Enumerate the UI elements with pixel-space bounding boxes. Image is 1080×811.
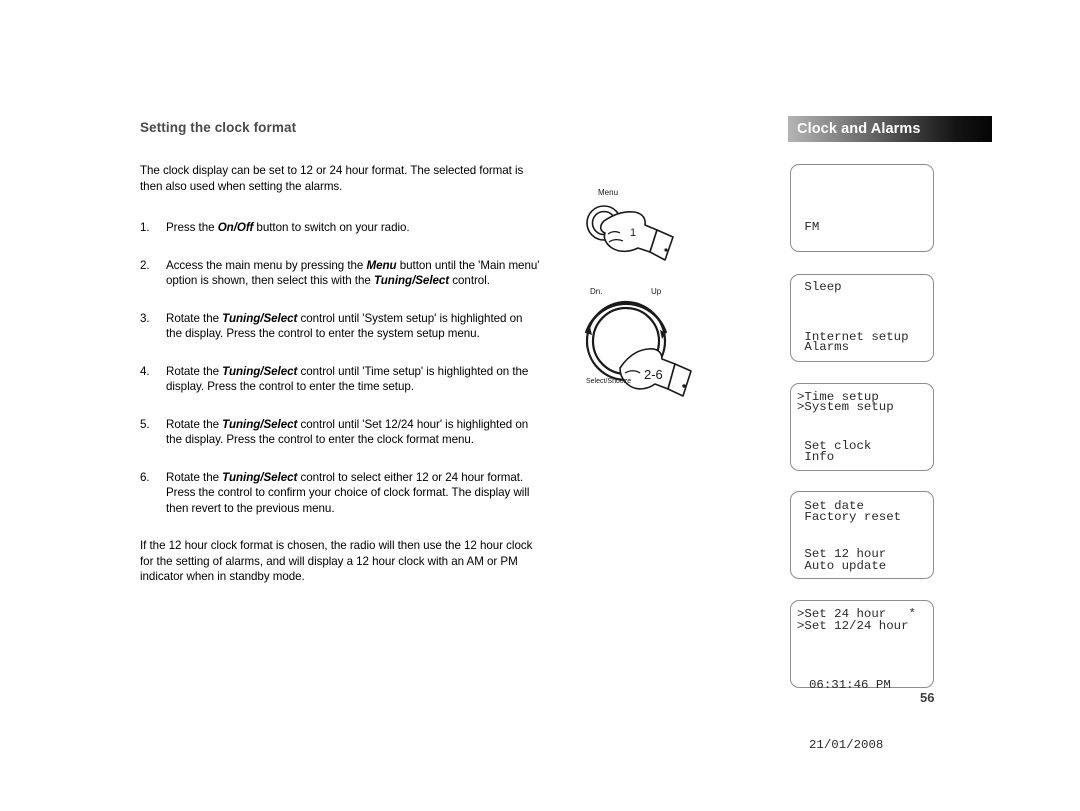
lcd-line-selected: >Set 24 hour * (797, 607, 916, 621)
rotary-knob-illustration: Dn. Up Select/Snooze 2-6 (572, 285, 707, 412)
rotary-knob-hand-icon (584, 300, 692, 397)
menu-button-illustration: Menu 1 (578, 188, 688, 285)
closing-paragraph: If the 12 hour clock format is chosen, t… (140, 539, 533, 583)
lcd-line-date: 21/01/2008 (809, 738, 884, 752)
step-text: Rotate the Tuning/Select control until '… (166, 311, 523, 341)
list-item: 3. Rotate the Tuning/Select control unti… (140, 311, 540, 342)
step-number: 4. (140, 364, 150, 378)
instruction-steps: 1. Press the On/Off button to switch on … (140, 220, 540, 516)
page-title: Setting the clock format (140, 120, 297, 135)
lcd-screen-main-menu: FM Sleep Alarms >System setup (790, 164, 934, 414)
step-text: Rotate the Tuning/Select control until '… (166, 364, 529, 394)
step-number: 2. (140, 258, 150, 272)
illustration-group: Menu 1 Dn. Up Select/Snooze 2-6 (560, 188, 720, 420)
step-number: 6. (140, 470, 150, 484)
lcd-line: Set clock (797, 439, 872, 453)
step-text: Access the main menu by pressing the Men… (166, 258, 540, 288)
lcd-line: FM (797, 220, 820, 234)
sidebar: Clock and Alarms FM Sleep Alarms >System… (788, 116, 992, 752)
step-number: 1. (140, 221, 150, 234)
intro-paragraph: The clock display can be set to 12 or 24… (140, 164, 524, 193)
page-number: 56 (920, 690, 935, 705)
article-body: Setting the clock format The clock displ… (140, 120, 540, 611)
section-banner-title: Clock and Alarms (797, 121, 921, 137)
menu-button-label: Menu (598, 188, 619, 197)
list-item: 2. Access the main menu by pressing the … (140, 258, 540, 289)
section-banner: Clock and Alarms (788, 116, 992, 142)
knob-select-label: Select/Snooze (586, 378, 632, 385)
step-number: 3. (140, 311, 150, 325)
knob-step-reference: 2-6 (644, 367, 663, 382)
step-text: Rotate the Tuning/Select control to sele… (166, 470, 530, 515)
list-item: 6. Rotate the Tuning/Select control to s… (140, 470, 540, 517)
list-item: 5. Rotate the Tuning/Select control unti… (140, 417, 540, 448)
list-item: 4. Rotate the Tuning/Select control unti… (140, 364, 540, 395)
lcd-line: Internet setup (797, 330, 909, 344)
menu-step-reference: 1 (630, 227, 637, 239)
lcd-line-time: 06:31:46 PM (809, 678, 891, 692)
step-text: Rotate the Tuning/Select control until '… (166, 417, 529, 447)
step-number: 5. (140, 417, 150, 431)
knob-down-label: Dn. (590, 287, 603, 296)
lcd-line: Set 12 hour (797, 547, 887, 561)
knob-up-label: Up (651, 287, 662, 296)
list-item: 1. Press the On/Off button to switch on … (140, 220, 540, 236)
step-text: Press the On/Off button to switch on you… (166, 221, 410, 234)
